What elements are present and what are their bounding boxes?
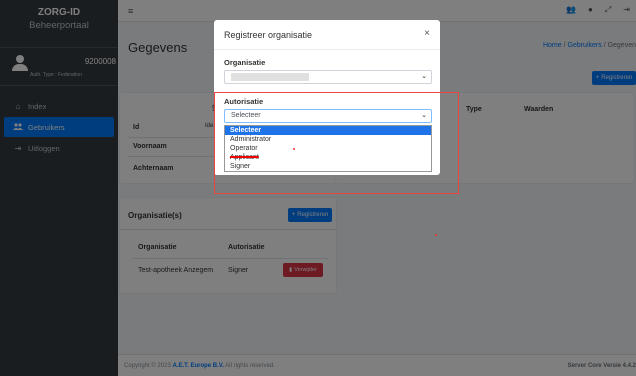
organisation-select[interactable]: ⌄ (224, 70, 432, 84)
chevron-down-icon: ⌄ (421, 73, 427, 80)
modal-header: Registreer organisatie × (214, 20, 440, 50)
annotation-highlight-box (214, 92, 459, 194)
organisation-label: Organisatie (224, 58, 266, 67)
modal-title: Registreer organisatie (224, 30, 313, 40)
close-icon[interactable]: × (424, 28, 430, 39)
annotation-dot (435, 234, 437, 236)
organisation-value-redacted (231, 73, 309, 81)
